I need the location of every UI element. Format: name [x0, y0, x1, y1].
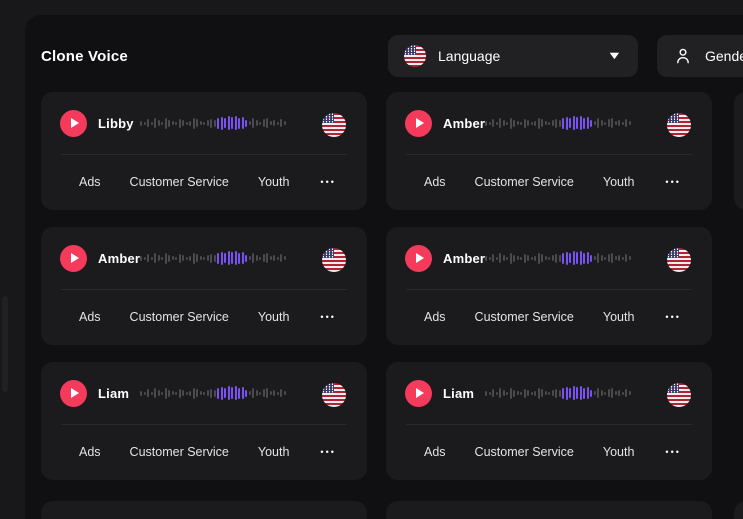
chevron-down-icon: ▼: [607, 51, 623, 62]
us-flag-icon: [322, 248, 346, 272]
more-button[interactable]: •••: [663, 174, 682, 191]
person-icon: [673, 46, 693, 66]
more-button[interactable]: •••: [663, 309, 682, 326]
play-button[interactable]: [405, 380, 432, 407]
us-flag-icon: [322, 383, 346, 407]
tag-customer-service: Customer Service: [475, 175, 574, 189]
us-flag-icon: [667, 113, 691, 137]
play-button[interactable]: [405, 110, 432, 137]
voice-card-partial: [734, 501, 743, 519]
play-icon: [71, 388, 79, 398]
language-dropdown[interactable]: Language ▼: [388, 35, 638, 77]
play-icon: [71, 118, 79, 128]
tag-youth: Youth: [603, 310, 635, 324]
voice-name: Amber: [98, 251, 140, 266]
tag-customer-service: Customer Service: [130, 445, 229, 459]
more-button[interactable]: •••: [318, 444, 337, 461]
more-button[interactable]: •••: [663, 444, 682, 461]
more-button[interactable]: •••: [318, 174, 337, 191]
play-button[interactable]: [60, 110, 87, 137]
voice-name: Liam: [98, 386, 129, 401]
gender-dropdown-label: Gender: [705, 48, 743, 64]
play-button[interactable]: [405, 245, 432, 272]
scrollbar-thumb[interactable]: [2, 296, 8, 392]
voice-card: Amber Ads Customer Service Youth •••: [386, 92, 712, 210]
gender-dropdown[interactable]: Gender: [657, 35, 743, 77]
tag-youth: Youth: [603, 445, 635, 459]
us-flag-icon: [667, 383, 691, 407]
voice-card: Liam Ads Customer Service Youth •••: [41, 362, 367, 480]
tag-youth: Youth: [258, 175, 290, 189]
voice-name: Libby: [98, 116, 134, 131]
tag-customer-service: Customer Service: [130, 310, 229, 324]
voice-card-partial: [386, 501, 712, 519]
tag-ads: Ads: [424, 175, 446, 189]
voice-card: Libby Ads Customer Service Youth •••: [41, 92, 367, 210]
waveform: [485, 92, 631, 154]
voice-card: Liam Ads Customer Service Youth •••: [386, 362, 712, 480]
play-icon: [71, 253, 79, 263]
voice-name: Liam: [443, 386, 474, 401]
voice-card-partial: [41, 501, 367, 519]
waveform: [485, 362, 631, 424]
page-title: Clone Voice: [41, 48, 128, 65]
voice-name: Amber: [443, 116, 485, 131]
play-icon: [416, 253, 424, 263]
play-button[interactable]: [60, 380, 87, 407]
voice-card-partial: [734, 92, 743, 210]
tag-ads: Ads: [424, 310, 446, 324]
waveform: [485, 227, 631, 289]
us-flag-icon: [404, 45, 426, 67]
play-icon: [416, 388, 424, 398]
tag-youth: Youth: [258, 445, 290, 459]
clone-voice-panel: Clone Voice Language ▼ Gender Libby Ads …: [25, 15, 743, 519]
tag-youth: Youth: [258, 310, 290, 324]
play-icon: [416, 118, 424, 128]
us-flag-icon: [667, 248, 691, 272]
tag-customer-service: Customer Service: [475, 445, 574, 459]
voice-card: Amber Ads Customer Service Youth •••: [386, 227, 712, 345]
voice-name: Amber: [443, 251, 485, 266]
more-button[interactable]: •••: [318, 309, 337, 326]
play-button[interactable]: [60, 245, 87, 272]
tag-customer-service: Customer Service: [475, 310, 574, 324]
language-dropdown-label: Language: [438, 48, 500, 64]
tag-ads: Ads: [79, 175, 101, 189]
waveform: [140, 362, 286, 424]
waveform: [140, 227, 286, 289]
us-flag-icon: [322, 113, 346, 137]
voice-card: Amber Ads Customer Service Youth •••: [41, 227, 367, 345]
tag-ads: Ads: [424, 445, 446, 459]
waveform: [140, 92, 286, 154]
tag-ads: Ads: [79, 445, 101, 459]
tag-youth: Youth: [603, 175, 635, 189]
tag-ads: Ads: [79, 310, 101, 324]
tag-customer-service: Customer Service: [130, 175, 229, 189]
